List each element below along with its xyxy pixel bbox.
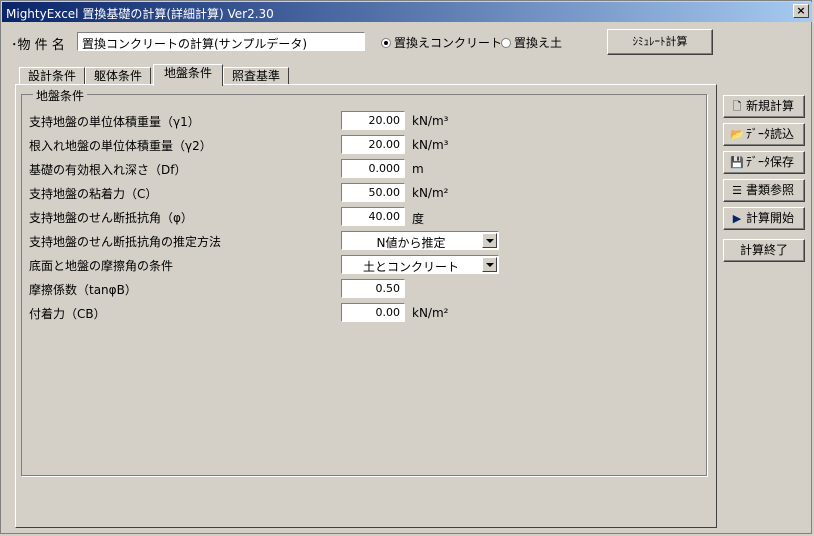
unit-label: 度 (412, 212, 425, 226)
window-title: MightyExcel 置換基礎の計算(詳細計算) Ver2.30 (6, 7, 274, 21)
radio-unchecked-icon (501, 38, 511, 48)
simulate-button[interactable]: ｼﾐｭﾚｰﾄ計算 (607, 29, 713, 55)
end-calculation-button[interactable]: 計算終了 (723, 239, 805, 262)
title-bar: MightyExcel 置換基礎の計算(詳細計算) Ver2.30 × (2, 2, 812, 22)
row-label: 付着力（CB） (29, 307, 106, 321)
close-button[interactable]: × (793, 4, 809, 18)
row-label: 摩擦係数（tanφB） (29, 283, 137, 297)
unit-weight-support-input[interactable]: 20.00 (341, 111, 405, 130)
row-label: 基礎の有効根入れ深さ（Df） (29, 163, 187, 177)
property-name-input[interactable]: 置換コンクリートの計算(サンプルデータ) (77, 32, 365, 51)
document-list-icon: ☰ (732, 184, 742, 197)
unit-label: kN/m² (412, 186, 449, 200)
friction-condition-select[interactable]: 土とコンクリート (341, 255, 499, 274)
tab-check-criteria[interactable]: 照査基準 (223, 67, 289, 85)
load-data-button[interactable]: 📂 ﾃﾞｰﾀ読込 (723, 123, 805, 146)
play-arrow-icon: ▶ (732, 212, 742, 225)
save-data-button[interactable]: 💾 ﾃﾞｰﾀ保存 (723, 151, 805, 174)
unit-label: kN/m³ (412, 114, 449, 128)
row-label: 支持地盤の粘着力（C） (29, 187, 158, 201)
group-title: 地盤条件 (33, 87, 88, 104)
row-label: 支持地盤の単位体積重量（γ1） (29, 115, 200, 129)
tab-ground-conditions[interactable]: 地盤条件 (153, 64, 223, 86)
floppy-disk-icon: 💾 (730, 156, 744, 169)
property-name-label: ･物 件 名 (11, 38, 65, 53)
app-window: MightyExcel 置換基礎の計算(詳細計算) Ver2.30 × ･物 件… (0, 0, 812, 534)
shear-angle-method-select[interactable]: N値から推定 (341, 231, 499, 250)
row-label: 支持地盤のせん断抵抗角（φ） (29, 211, 193, 225)
chevron-down-icon[interactable] (482, 233, 497, 248)
shear-angle-input[interactable]: 40.00 (341, 207, 405, 226)
row-label: 根入れ地盤の単位体積重量（γ2） (29, 139, 212, 153)
radio-replace-concrete[interactable]: 置換えコンクリート (381, 34, 502, 51)
row-label: 支持地盤のせん断抵抗角の推定方法 (29, 235, 222, 249)
start-calculation-button[interactable]: ▶ 計算開始 (723, 207, 805, 230)
friction-coefficient-input[interactable]: 0.50 (341, 279, 405, 298)
chevron-down-icon[interactable] (482, 257, 497, 272)
adhesion-input[interactable]: 0.00 (341, 303, 405, 322)
document-reference-button[interactable]: ☰ 書類参照 (723, 179, 805, 202)
cohesion-input[interactable]: 50.00 (341, 183, 405, 202)
embed-depth-input[interactable]: 0.000 (341, 159, 405, 178)
row-label: 底面と地盤の摩擦角の条件 (29, 259, 174, 273)
unit-label: kN/m² (412, 306, 449, 320)
unit-weight-embed-input[interactable]: 20.00 (341, 135, 405, 154)
open-folder-icon: 📂 (730, 128, 744, 141)
tab-body-conditions[interactable]: 躯体条件 (85, 67, 151, 85)
new-document-icon: 🗋 (732, 100, 742, 113)
radio-checked-icon (381, 38, 391, 48)
radio-replace-soil[interactable]: 置換え土 (501, 34, 562, 51)
tab-design-conditions[interactable]: 設計条件 (19, 67, 85, 85)
new-calculation-button[interactable]: 🗋 新規計算 (723, 95, 805, 118)
unit-label: m (412, 162, 424, 176)
unit-label: kN/m³ (412, 138, 449, 152)
